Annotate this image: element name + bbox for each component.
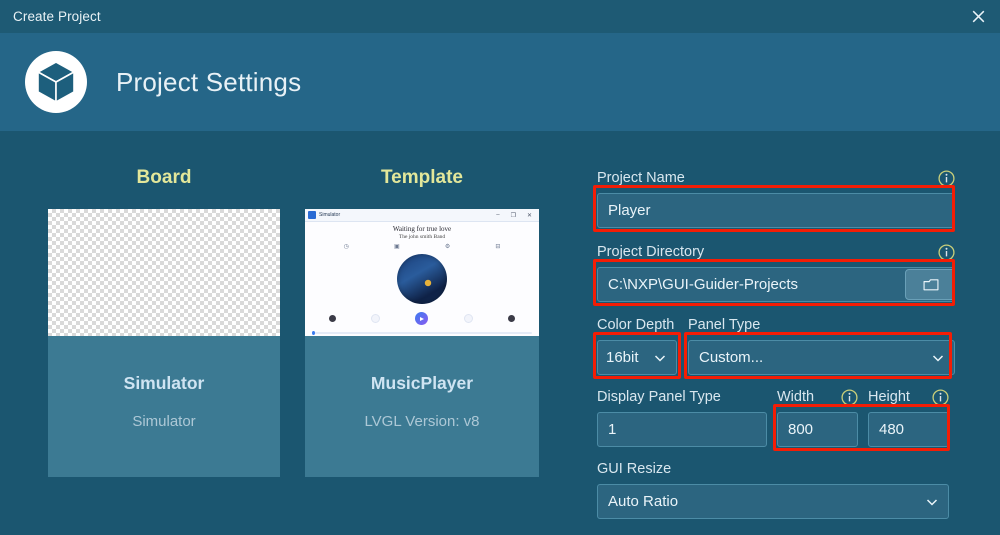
create-project-dialog: Create Project Project Settings Board Te… — [0, 0, 1000, 535]
chevron-down-icon — [932, 354, 944, 362]
template-thumbnail: Simulator – ❐ ✕ Waiting for true love Th… — [305, 209, 539, 336]
window-titlebar: Create Project — [0, 0, 1000, 33]
project-directory-input-wrapper[interactable]: C:\NXP\GUI-Guider-Projects — [597, 267, 955, 302]
dialog-body: Board Template Simulator Simulator Simul… — [0, 131, 1000, 535]
panel-type-label: Panel Type — [688, 317, 761, 333]
close-button[interactable] — [956, 0, 1000, 33]
chevron-down-icon — [654, 354, 666, 362]
time-elapsed: 00:00 — [312, 335, 323, 336]
template-card-musicplayer[interactable]: Simulator – ❐ ✕ Waiting for true love Th… — [305, 209, 539, 477]
color-depth-group: Color Depth 16bit — [593, 314, 681, 379]
settings-icon: ⚙ — [444, 244, 451, 250]
display-panel-type-group: Display Panel Type 1 — [597, 386, 767, 447]
board-column-heading: Board — [136, 167, 192, 188]
display-size-row: Display Panel Type 1 Width 800 Height 48… — [597, 386, 955, 451]
thumb-album-art — [397, 254, 447, 304]
gui-resize-select[interactable]: Auto Ratio — [597, 484, 949, 519]
dialog-header: Project Settings — [0, 33, 1000, 131]
width-group: Width 800 — [777, 386, 858, 447]
thumb-song-artist: The john smith Band — [398, 234, 446, 240]
repeat-icon — [508, 315, 516, 322]
width-label: Width — [777, 389, 815, 405]
board-card-simulator[interactable]: Simulator Simulator — [48, 209, 280, 477]
display-panel-type-label: Display Panel Type — [597, 389, 721, 405]
color-depth-label: Color Depth — [597, 317, 675, 333]
project-settings-form: Project Name Player Project Directory C:… — [593, 167, 955, 519]
maximize-icon: ❐ — [510, 212, 516, 219]
thumb-progress-bar — [312, 331, 532, 335]
board-card-name: Simulator — [123, 373, 205, 393]
close-icon — [972, 10, 984, 23]
clock-icon: ◷ — [343, 244, 349, 250]
template-card-subtitle: LVGL Version: v8 — [364, 413, 480, 430]
thumb-player-controls — [311, 312, 533, 325]
project-directory-label: Project Directory — [597, 244, 705, 260]
display-panel-type-input[interactable]: 1 — [597, 412, 767, 447]
height-group: Height 480 — [868, 386, 949, 447]
shuffle-icon — [328, 315, 336, 322]
project-directory-row: Project Directory C:\NXP\GUI-Guider-Proj… — [593, 241, 955, 306]
board-card-subtitle: Simulator — [132, 413, 196, 430]
gui-resize-row: GUI Resize Auto Ratio — [597, 458, 955, 519]
cube-logo-icon — [24, 50, 88, 114]
panel-type-value: Custom... — [699, 349, 764, 366]
panel-type-select[interactable]: Custom... — [688, 340, 955, 375]
depth-panel-row: Color Depth 16bit Panel Type Custom... — [593, 314, 955, 379]
project-name-input[interactable]: Player — [597, 193, 955, 228]
close-icon: ✕ — [526, 212, 532, 219]
color-depth-value: 16bit — [606, 349, 639, 366]
template-column-heading: Template — [380, 167, 463, 188]
info-icon[interactable] — [841, 388, 858, 406]
next-icon — [463, 314, 473, 323]
page-title: Project Settings — [116, 66, 302, 97]
window-title: Create Project — [13, 9, 101, 24]
browse-directory-button[interactable] — [905, 269, 954, 300]
previous-icon — [371, 314, 381, 323]
gui-resize-label: GUI Resize — [597, 461, 672, 477]
info-icon[interactable] — [938, 169, 955, 187]
list-icon: ▣ — [393, 244, 400, 250]
thumb-icon-row: ◷ ▣ ⚙ ⊟ — [321, 243, 523, 250]
info-icon[interactable] — [938, 243, 955, 261]
project-name-row: Project Name Player — [593, 167, 955, 232]
height-label: Height — [868, 389, 910, 405]
template-card-name: MusicPlayer — [370, 373, 474, 393]
width-input[interactable]: 800 — [777, 412, 858, 447]
color-depth-select[interactable]: 16bit — [597, 340, 677, 375]
project-name-label: Project Name — [597, 170, 685, 186]
info-icon[interactable] — [932, 388, 949, 406]
time-total: 0:00 — [523, 335, 532, 336]
gui-resize-value: Auto Ratio — [608, 493, 679, 510]
chevron-down-icon — [926, 498, 938, 506]
equalizer-icon: ⊟ — [495, 244, 501, 250]
app-icon — [308, 211, 316, 219]
thumb-song-title: Waiting for true love — [392, 225, 452, 233]
play-icon — [415, 312, 429, 325]
board-thumbnail — [48, 209, 280, 336]
minimize-icon: – — [496, 212, 500, 218]
thumb-window-title: Simulator — [319, 212, 341, 218]
thumb-window-controls: – ❐ ✕ — [496, 212, 536, 219]
project-directory-value[interactable]: C:\NXP\GUI-Guider-Projects — [608, 276, 905, 293]
thumb-times: 00:00 0:00 — [312, 335, 532, 336]
thumb-window-titlebar: Simulator – ❐ ✕ — [305, 209, 539, 222]
folder-icon — [923, 278, 939, 290]
height-input[interactable]: 480 — [868, 412, 949, 447]
panel-type-group: Panel Type Custom... — [684, 314, 955, 379]
